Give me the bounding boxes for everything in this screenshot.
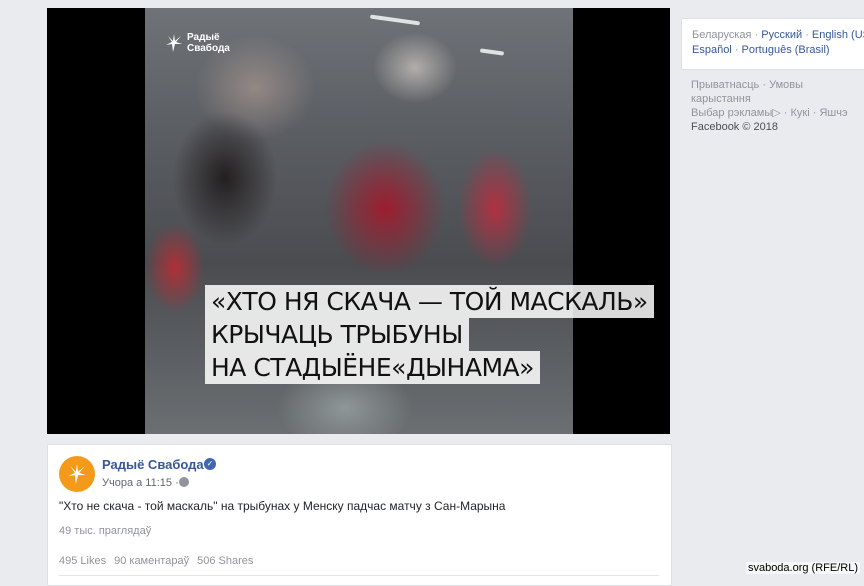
rfe-logo-icon — [68, 464, 86, 484]
post-stats: 495 Likes 90 каментараў 506 Shares — [59, 555, 659, 576]
ad-choices-link[interactable]: Выбар рэкламы — [691, 107, 772, 119]
verified-icon: ✓ — [204, 458, 216, 470]
ad-choices-icon: ▷ — [772, 107, 781, 119]
page-name-link[interactable]: Радыё Свабода — [102, 457, 204, 472]
rfe-logo-icon — [166, 34, 182, 52]
watermark: svaboda.org (RFE/RL) — [745, 562, 860, 574]
view-count: 49 тыс. праглядаў — [59, 525, 152, 537]
language-link-portuguese[interactable]: Português (Brasil) — [742, 44, 830, 56]
post-text: "Хто не скача - той маскаль" на трыбунах… — [59, 499, 506, 513]
video-caption: «ХТО НЯ СКАЧА — ТОЙ МАСКАЛЬ» КРЫЧАЦЬ ТРЫ… — [205, 285, 654, 384]
caption-line-3: НА СТАДЫЁНЕ«ДЫНАМА» — [205, 351, 540, 384]
more-link[interactable]: Яшчэ — [819, 107, 847, 119]
rfe-logo: Радыё Свабода — [165, 32, 235, 54]
cookies-link[interactable]: Кукі — [791, 107, 810, 119]
logo-text: Радыё Свабода — [187, 32, 230, 54]
post-card: Радыё Свабода ✓ Учора а 11:15 · "Хто не … — [47, 444, 672, 586]
language-link-english[interactable]: English (US) — [812, 29, 864, 41]
language-current: Беларуская — [692, 29, 752, 41]
comments-count[interactable]: 90 каментараў — [114, 555, 189, 567]
post-timestamp[interactable]: Учора а 11:15 · — [102, 477, 179, 489]
avatar[interactable] — [59, 456, 95, 492]
language-selector: Беларуская · Русский · English (US) Espa… — [681, 18, 864, 70]
caption-line-2: КРЫЧАЦЬ ТРЫБУНЫ — [205, 318, 469, 351]
likes-count[interactable]: 495 Likes — [59, 555, 106, 567]
globe-icon — [179, 477, 189, 487]
language-link-russian[interactable]: Русский — [761, 29, 802, 41]
privacy-link[interactable]: Прыватнасць — [691, 79, 759, 91]
footer-links: Прыватнасць · Умовы карыстання Выбар рэк… — [691, 78, 864, 134]
caption-line-1: «ХТО НЯ СКАЧА — ТОЙ МАСКАЛЬ» — [205, 285, 654, 318]
copyright: Facebook © 2018 — [691, 121, 778, 133]
shares-count[interactable]: 506 Shares — [197, 555, 253, 567]
language-row-1: Беларуская · Русский · English (US) — [692, 29, 864, 41]
language-link-spanish[interactable]: Español — [692, 44, 732, 56]
video-player[interactable]: Радыё Свабода «ХТО НЯ СКАЧА — ТОЙ МАСКАЛ… — [47, 8, 670, 434]
language-row-2: Español · Português (Brasil) — [692, 44, 830, 56]
